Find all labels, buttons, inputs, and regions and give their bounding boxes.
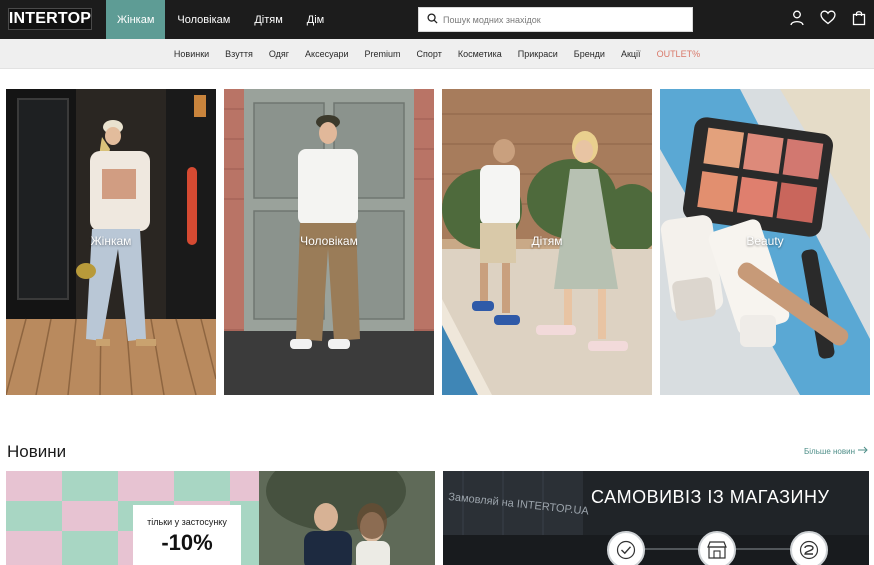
heart-icon[interactable]	[820, 10, 836, 26]
category-cosmetics[interactable]: Косметика	[450, 49, 510, 59]
gender-nav: Жінкам Чоловікам Дітям Дім	[106, 0, 336, 39]
top-bar: INTERTOP Жінкам Чоловікам Дітям Дім	[0, 0, 874, 39]
hero-label-beauty: Beauty	[746, 234, 784, 248]
promo-caption: тільки у застосунку	[147, 517, 227, 527]
search-box[interactable]	[418, 7, 693, 32]
more-news-link[interactable]: Більше новин	[804, 446, 868, 456]
hero-label-women: Жінкам	[90, 234, 132, 248]
store-icon	[698, 531, 736, 565]
promo-box: тільки у застосунку -10%	[133, 505, 241, 565]
news-banner-app-promo[interactable]: тільки у застосунку -10%	[6, 471, 435, 565]
hero-card-women[interactable]: Жінкам	[6, 89, 216, 395]
more-news-label: Більше новин	[804, 446, 855, 456]
tab-kids[interactable]: Дітям	[242, 0, 294, 39]
category-premium[interactable]: Premium	[357, 49, 409, 59]
header-icons	[790, 10, 866, 26]
checkmark-icon	[607, 531, 645, 565]
search-input[interactable]	[443, 14, 683, 25]
hero-card-beauty[interactable]: Beauty	[660, 89, 870, 395]
category-brands[interactable]: Бренди	[566, 49, 613, 59]
user-icon[interactable]	[790, 10, 804, 26]
arrow-right-icon	[858, 446, 868, 456]
news-banner-pickup[interactable]: Замовляй на INTERTOP.UA САМОВИВІЗ ІЗ МАГ…	[443, 471, 869, 565]
tab-women[interactable]: Жінкам	[106, 0, 166, 39]
category-sport[interactable]: Спорт	[409, 49, 450, 59]
category-jewelry[interactable]: Прикраси	[510, 49, 566, 59]
category-accessories[interactable]: Аксесуари	[297, 49, 356, 59]
category-outlet[interactable]: OUTLET%	[649, 49, 709, 59]
search-icon	[427, 11, 438, 29]
tab-home[interactable]: Дім	[295, 0, 336, 39]
hero-label-men: Чоловікам	[300, 234, 358, 248]
promo-discount: -10%	[161, 530, 213, 555]
hero-card-kids[interactable]: Дітям	[442, 89, 652, 395]
news-section-title: Новини	[7, 442, 67, 461]
category-shoes[interactable]: Взуття	[217, 49, 261, 59]
category-nav: Новинки Взуття Одяг Аксесуари Premium Сп…	[0, 39, 874, 69]
hero-card-men[interactable]: Чоловікам	[224, 89, 434, 395]
category-clothing[interactable]: Одяг	[261, 49, 297, 59]
intertop-logo[interactable]: INTERTOP	[8, 8, 92, 30]
hero-label-kids: Дітям	[531, 234, 563, 248]
box-return-icon	[790, 531, 828, 565]
category-new[interactable]: Новинки	[166, 49, 217, 59]
category-sales[interactable]: Акції	[613, 49, 649, 59]
tab-men[interactable]: Чоловікам	[165, 0, 242, 39]
pickup-title: САМОВИВІЗ ІЗ МАГАЗИНУ	[591, 487, 830, 507]
bag-icon[interactable]	[852, 10, 866, 26]
